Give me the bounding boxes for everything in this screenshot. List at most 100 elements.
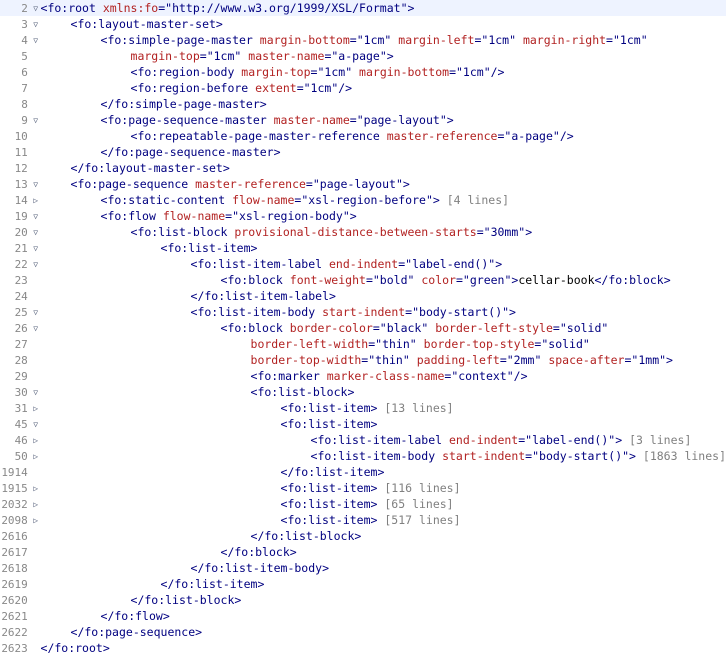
code-line[interactable]: 45▽<fo:list-item> bbox=[0, 416, 726, 432]
code-line[interactable]: 26▽<fo:block border-color="black" border… bbox=[0, 320, 726, 336]
code-content[interactable]: </fo:list-block> bbox=[41, 592, 726, 608]
code-line[interactable]: 13▽<fo:page-sequence master-reference="p… bbox=[0, 176, 726, 192]
code-content[interactable]: <fo:static-content flow-name="xsl-region… bbox=[41, 192, 726, 208]
code-line[interactable]: 6<fo:region-body margin-top="1cm" margin… bbox=[0, 64, 726, 80]
code-content[interactable]: <fo:page-sequence-master master-name="pa… bbox=[41, 112, 726, 128]
code-line[interactable]: 28border-top-width="thin" padding-left="… bbox=[0, 352, 726, 368]
fold-open-icon[interactable]: ▽ bbox=[31, 320, 41, 336]
code-content[interactable]: <fo:list-item> [517 lines] bbox=[41, 512, 726, 528]
fold-closed-icon[interactable]: ▷ bbox=[31, 432, 41, 448]
code-content[interactable]: <fo:list-item> [116 lines] bbox=[41, 480, 726, 496]
code-content[interactable]: <fo:simple-page-master margin-bottom="1c… bbox=[41, 32, 726, 48]
code-content[interactable]: </fo:page-sequence-master> bbox=[41, 144, 726, 160]
code-content[interactable]: <fo:repeatable-page-master-reference mas… bbox=[41, 128, 726, 144]
code-line[interactable]: 2098▷<fo:list-item> [517 lines] bbox=[0, 512, 726, 528]
code-content[interactable]: border-top-width="thin" padding-left="2m… bbox=[41, 352, 726, 368]
code-line[interactable]: 11</fo:page-sequence-master> bbox=[0, 144, 726, 160]
code-content[interactable]: <fo:flow flow-name="xsl-region-body"> bbox=[41, 208, 726, 224]
code-content[interactable]: border-left-width="thin" border-top-styl… bbox=[41, 336, 726, 352]
fold-open-icon[interactable]: ▽ bbox=[31, 112, 41, 128]
code-content[interactable]: </fo:layout-master-set> bbox=[41, 160, 726, 176]
code-line[interactable]: 2620</fo:list-block> bbox=[0, 592, 726, 608]
fold-closed-icon[interactable]: ▷ bbox=[31, 400, 41, 416]
code-content[interactable]: </fo:root> bbox=[41, 640, 726, 656]
fold-closed-icon[interactable]: ▷ bbox=[31, 448, 41, 464]
code-line[interactable]: 27border-left-width="thin" border-top-st… bbox=[0, 336, 726, 352]
code-content[interactable]: <fo:list-item-body start-indent="body-st… bbox=[41, 448, 726, 464]
code-content[interactable]: </fo:flow> bbox=[41, 608, 726, 624]
code-line[interactable]: 24</fo:list-item-label> bbox=[0, 288, 726, 304]
fold-open-icon[interactable]: ▽ bbox=[31, 304, 41, 320]
code-content[interactable]: <fo:list-block> bbox=[41, 384, 726, 400]
code-content[interactable]: <fo:block border-color="black" border-le… bbox=[41, 320, 726, 336]
code-line[interactable]: 1914</fo:list-item> bbox=[0, 464, 726, 480]
code-line[interactable]: 5margin-top="1cm" master-name="a-page"> bbox=[0, 48, 726, 64]
code-line[interactable]: 30▽<fo:list-block> bbox=[0, 384, 726, 400]
code-content[interactable]: </fo:list-item-body> bbox=[41, 560, 726, 576]
fold-open-icon[interactable]: ▽ bbox=[31, 32, 41, 48]
code-content[interactable]: <fo:page-sequence master-reference="page… bbox=[41, 176, 726, 192]
code-content[interactable]: </fo:simple-page-master> bbox=[41, 96, 726, 112]
fold-closed-icon[interactable]: ▷ bbox=[31, 512, 41, 528]
code-line[interactable]: 19▽<fo:flow flow-name="xsl-region-body"> bbox=[0, 208, 726, 224]
fold-open-icon[interactable]: ▽ bbox=[31, 384, 41, 400]
code-content[interactable]: <fo:list-item> [13 lines] bbox=[41, 400, 726, 416]
code-line[interactable]: 9▽<fo:page-sequence-master master-name="… bbox=[0, 112, 726, 128]
code-line[interactable]: 2619</fo:list-item> bbox=[0, 576, 726, 592]
code-line[interactable]: 2618</fo:list-item-body> bbox=[0, 560, 726, 576]
code-content[interactable]: <fo:block font-weight="bold" color="gree… bbox=[41, 272, 726, 288]
fold-open-icon[interactable]: ▽ bbox=[31, 240, 41, 256]
code-content[interactable]: margin-top="1cm" master-name="a-page"> bbox=[41, 48, 726, 64]
fold-open-icon[interactable]: ▽ bbox=[31, 208, 41, 224]
code-line[interactable]: 22▽<fo:list-item-label end-indent="label… bbox=[0, 256, 726, 272]
code-content[interactable]: <fo:region-before extent="1cm"/> bbox=[41, 80, 726, 96]
fold-open-icon[interactable]: ▽ bbox=[31, 416, 41, 432]
fold-closed-icon[interactable]: ▷ bbox=[31, 192, 41, 208]
code-line[interactable]: 29<fo:marker marker-class-name="context"… bbox=[0, 368, 726, 384]
code-content[interactable]: </fo:page-sequence> bbox=[41, 624, 726, 640]
fold-open-icon[interactable]: ▽ bbox=[31, 256, 41, 272]
code-line[interactable]: 25▽<fo:list-item-body start-indent="body… bbox=[0, 304, 726, 320]
code-line[interactable]: 7<fo:region-before extent="1cm"/> bbox=[0, 80, 726, 96]
code-content[interactable]: </fo:list-item> bbox=[41, 576, 726, 592]
code-content[interactable]: </fo:list-block> bbox=[41, 528, 726, 544]
code-line[interactable]: 14▷<fo:static-content flow-name="xsl-reg… bbox=[0, 192, 726, 208]
code-line[interactable]: 3▽<fo:layout-master-set> bbox=[0, 16, 726, 32]
code-line[interactable]: 20▽<fo:list-block provisional-distance-b… bbox=[0, 224, 726, 240]
code-line[interactable]: 1915▷<fo:list-item> [116 lines] bbox=[0, 480, 726, 496]
code-line[interactable]: 10<fo:repeatable-page-master-reference m… bbox=[0, 128, 726, 144]
code-line[interactable]: 46▷<fo:list-item-label end-indent="label… bbox=[0, 432, 726, 448]
fold-open-icon[interactable]: ▽ bbox=[31, 176, 41, 192]
code-content[interactable]: <fo:list-item> [65 lines] bbox=[41, 496, 726, 512]
fold-closed-icon[interactable]: ▷ bbox=[31, 496, 41, 512]
code-line[interactable]: 2616</fo:list-block> bbox=[0, 528, 726, 544]
code-line[interactable]: 21▽<fo:list-item> bbox=[0, 240, 726, 256]
code-line[interactable]: 31▷<fo:list-item> [13 lines] bbox=[0, 400, 726, 416]
code-line[interactable]: 2623</fo:root> bbox=[0, 640, 726, 656]
code-content[interactable]: <fo:list-item-label end-indent="label-en… bbox=[41, 256, 726, 272]
code-content[interactable]: </fo:list-item> bbox=[41, 464, 726, 480]
code-line[interactable]: 50▷<fo:list-item-body start-indent="body… bbox=[0, 448, 726, 464]
fold-open-icon[interactable]: ▽ bbox=[31, 0, 41, 16]
code-line[interactable]: 4▽<fo:simple-page-master margin-bottom="… bbox=[0, 32, 726, 48]
code-content[interactable]: <fo:list-item> bbox=[41, 240, 726, 256]
code-content[interactable]: <fo:region-body margin-top="1cm" margin-… bbox=[41, 64, 726, 80]
fold-open-icon[interactable]: ▽ bbox=[31, 16, 41, 32]
code-line[interactable]: 23<fo:block font-weight="bold" color="gr… bbox=[0, 272, 726, 288]
fold-open-icon[interactable]: ▽ bbox=[31, 224, 41, 240]
code-line[interactable]: 8</fo:simple-page-master> bbox=[0, 96, 726, 112]
code-content[interactable]: <fo:list-item-label end-indent="label-en… bbox=[41, 432, 726, 448]
code-content[interactable]: </fo:list-item-label> bbox=[41, 288, 726, 304]
code-editor[interactable]: 2▽<fo:root xmlns:fo="http://www.w3.org/1… bbox=[0, 0, 726, 656]
code-content[interactable]: <fo:list-item-body start-indent="body-st… bbox=[41, 304, 726, 320]
code-line[interactable]: 2622</fo:page-sequence> bbox=[0, 624, 726, 640]
code-content[interactable]: <fo:list-item> bbox=[41, 416, 726, 432]
code-content[interactable]: <fo:layout-master-set> bbox=[41, 16, 726, 32]
code-line[interactable]: 2617</fo:block> bbox=[0, 544, 726, 560]
code-line[interactable]: 12</fo:layout-master-set> bbox=[0, 160, 726, 176]
code-content[interactable]: <fo:marker marker-class-name="context"/> bbox=[41, 368, 726, 384]
code-line[interactable]: 2▽<fo:root xmlns:fo="http://www.w3.org/1… bbox=[0, 0, 726, 16]
code-content[interactable]: </fo:block> bbox=[41, 544, 726, 560]
code-content[interactable]: <fo:list-block provisional-distance-betw… bbox=[41, 224, 726, 240]
code-line[interactable]: 2032▷<fo:list-item> [65 lines] bbox=[0, 496, 726, 512]
